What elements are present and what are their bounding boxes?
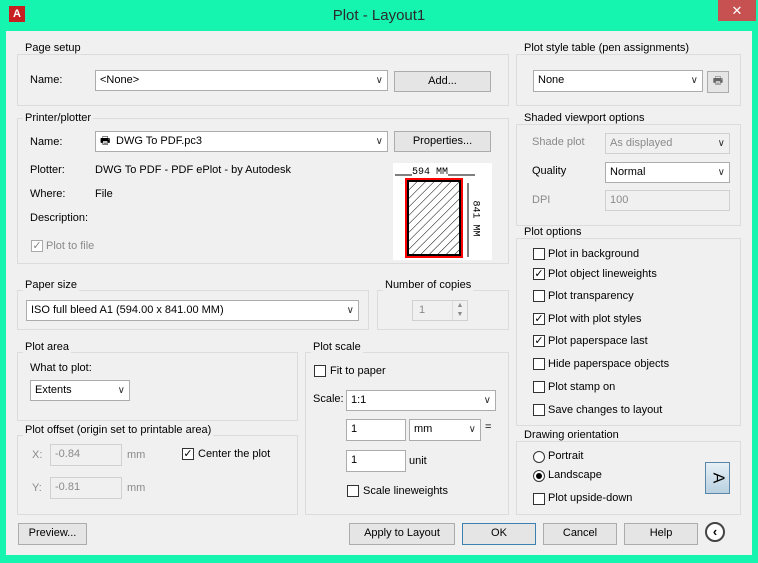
plot-option-label: Hide paperspace objects [548, 358, 670, 370]
shaded-viewport-label: Shaded viewport options [522, 112, 647, 124]
landscape-orientation-icon: A [705, 462, 730, 494]
plot-options-group [516, 238, 741, 426]
window-title: Plot - Layout1 [332, 7, 426, 24]
dpi-input[interactable]: 100 [605, 190, 730, 211]
where-label: Where: [30, 188, 66, 200]
collapse-chevron-left-icon[interactable]: ‹ [705, 522, 725, 542]
plot-option-label: Plot stamp on [548, 381, 616, 393]
description-label: Description: [30, 212, 89, 224]
plot-to-file-checkbox[interactable]: ✓ [31, 240, 43, 252]
quality-select[interactable]: Normal [605, 162, 730, 183]
shade-plot-select[interactable]: As displayed [605, 133, 730, 154]
copies-spinner[interactable]: ▲ ▼ [452, 301, 467, 320]
plot-style-select[interactable]: None [533, 70, 703, 92]
cancel-button[interactable]: Cancel [543, 523, 617, 545]
plotter-label: Plotter: [30, 164, 65, 176]
printer-name-label: Name: [30, 136, 63, 148]
plot-option-label: Plot transparency [548, 290, 634, 302]
fit-to-paper-checkbox[interactable] [314, 365, 326, 377]
help-button[interactable]: Help [624, 523, 698, 545]
printer-name-value: DWG To PDF.pc3 [116, 135, 202, 147]
plot-option-label: Plot paperspace last [548, 335, 648, 347]
plot-option-checkbox[interactable] [533, 290, 545, 302]
center-plot-checkbox[interactable]: ✓ [182, 448, 194, 460]
plot-option-checkbox[interactable]: ✓ [533, 335, 545, 347]
plot-area-label: Plot area [23, 341, 72, 353]
what-to-plot-select[interactable]: Extents [30, 380, 130, 401]
preview-button[interactable]: Preview... [18, 523, 87, 545]
orientation-icon-letter: A [709, 472, 727, 484]
equals-sign: = [485, 421, 492, 433]
paper-preview: 594 MM 841 MM [393, 163, 492, 260]
unit-label: unit [409, 455, 427, 467]
plot-option-checkbox[interactable] [533, 404, 545, 416]
scale-value1-input[interactable]: 1 [346, 419, 406, 441]
plot-option-label: Plot object lineweights [548, 268, 657, 280]
plot-option-checkbox[interactable]: ✓ [533, 268, 545, 280]
landscape-radio[interactable] [533, 470, 545, 482]
quality-label: Quality [532, 165, 567, 177]
ok-button[interactable]: OK [462, 523, 536, 545]
y-label: Y: [32, 482, 42, 494]
scale-label: Scale: [313, 393, 344, 405]
properties-button[interactable]: Properties... [394, 131, 491, 152]
plot-offset-label: Plot offset (origin set to printable are… [23, 424, 214, 436]
plot-scale-label: Plot scale [311, 341, 363, 353]
printer-name-select[interactable]: 🖶 DWG To PDF.pc3 [95, 131, 388, 152]
what-to-plot-label: What to plot: [30, 362, 92, 374]
landscape-label: Landscape [548, 469, 602, 481]
printer-label: Printer/plotter [23, 112, 94, 124]
plot-option-checkbox[interactable] [533, 248, 545, 260]
page-setup-label: Page setup [23, 42, 83, 54]
upside-down-label: Plot upside-down [548, 492, 633, 504]
plotter-value: DWG To PDF - PDF ePlot - by Autodesk [95, 164, 292, 176]
plot-option-checkbox[interactable] [533, 358, 545, 370]
where-value: File [95, 188, 113, 200]
fit-to-paper-label: Fit to paper [330, 365, 386, 377]
scale-lineweights-checkbox[interactable] [347, 485, 359, 497]
plot-options-label: Plot options [522, 226, 584, 238]
plot-option-label: Save changes to layout [548, 404, 663, 416]
printer-icon: 🖶 [100, 135, 111, 147]
scale-select[interactable]: 1:1 [346, 390, 496, 411]
plot-option-checkbox[interactable] [533, 381, 545, 393]
x-label: X: [32, 449, 43, 461]
preview-height-label: 841 MM [469, 200, 481, 237]
preview-width-label: 594 MM [412, 167, 449, 178]
edit-plot-style-button[interactable]: 🖶 [707, 71, 729, 93]
plot-style-edit-icon: 🖶 [712, 75, 724, 87]
paper-size-label: Paper size [23, 279, 79, 291]
scale-lineweights-label: Scale lineweights [363, 485, 448, 497]
x-offset-input[interactable]: -0.84 [50, 444, 122, 466]
center-plot-label: Center the plot [198, 448, 271, 460]
portrait-radio[interactable] [533, 451, 545, 463]
shade-plot-label: Shade plot [532, 136, 585, 148]
scale-value2-input[interactable]: 1 [346, 450, 406, 472]
y-unit: mm [127, 482, 146, 494]
plot-option-label: Plot in background [548, 248, 640, 260]
apply-to-layout-button[interactable]: Apply to Layout [349, 523, 455, 545]
close-button[interactable]: ✕ [718, 0, 756, 21]
portrait-label: Portrait [548, 450, 584, 462]
scale-unit-select[interactable]: mm [409, 419, 481, 441]
page-setup-name-label: Name: [30, 74, 63, 86]
plot-option-label: Plot with plot styles [548, 313, 642, 325]
plot-style-label: Plot style table (pen assignments) [522, 42, 692, 54]
orientation-label: Drawing orientation [522, 429, 621, 441]
copies-label: Number of copies [383, 279, 474, 291]
page-setup-name-select[interactable]: <None> [95, 70, 388, 91]
add-button[interactable]: Add... [394, 71, 491, 92]
paper-size-select[interactable]: ISO full bleed A1 (594.00 x 841.00 MM) [26, 300, 359, 321]
plot-option-checkbox[interactable]: ✓ [533, 313, 545, 325]
upside-down-checkbox[interactable] [533, 493, 545, 505]
x-unit: mm [127, 449, 146, 461]
y-offset-input[interactable]: -0.81 [50, 477, 122, 499]
dpi-label: DPI [532, 194, 551, 206]
plot-to-file-label: Plot to file [46, 240, 95, 252]
